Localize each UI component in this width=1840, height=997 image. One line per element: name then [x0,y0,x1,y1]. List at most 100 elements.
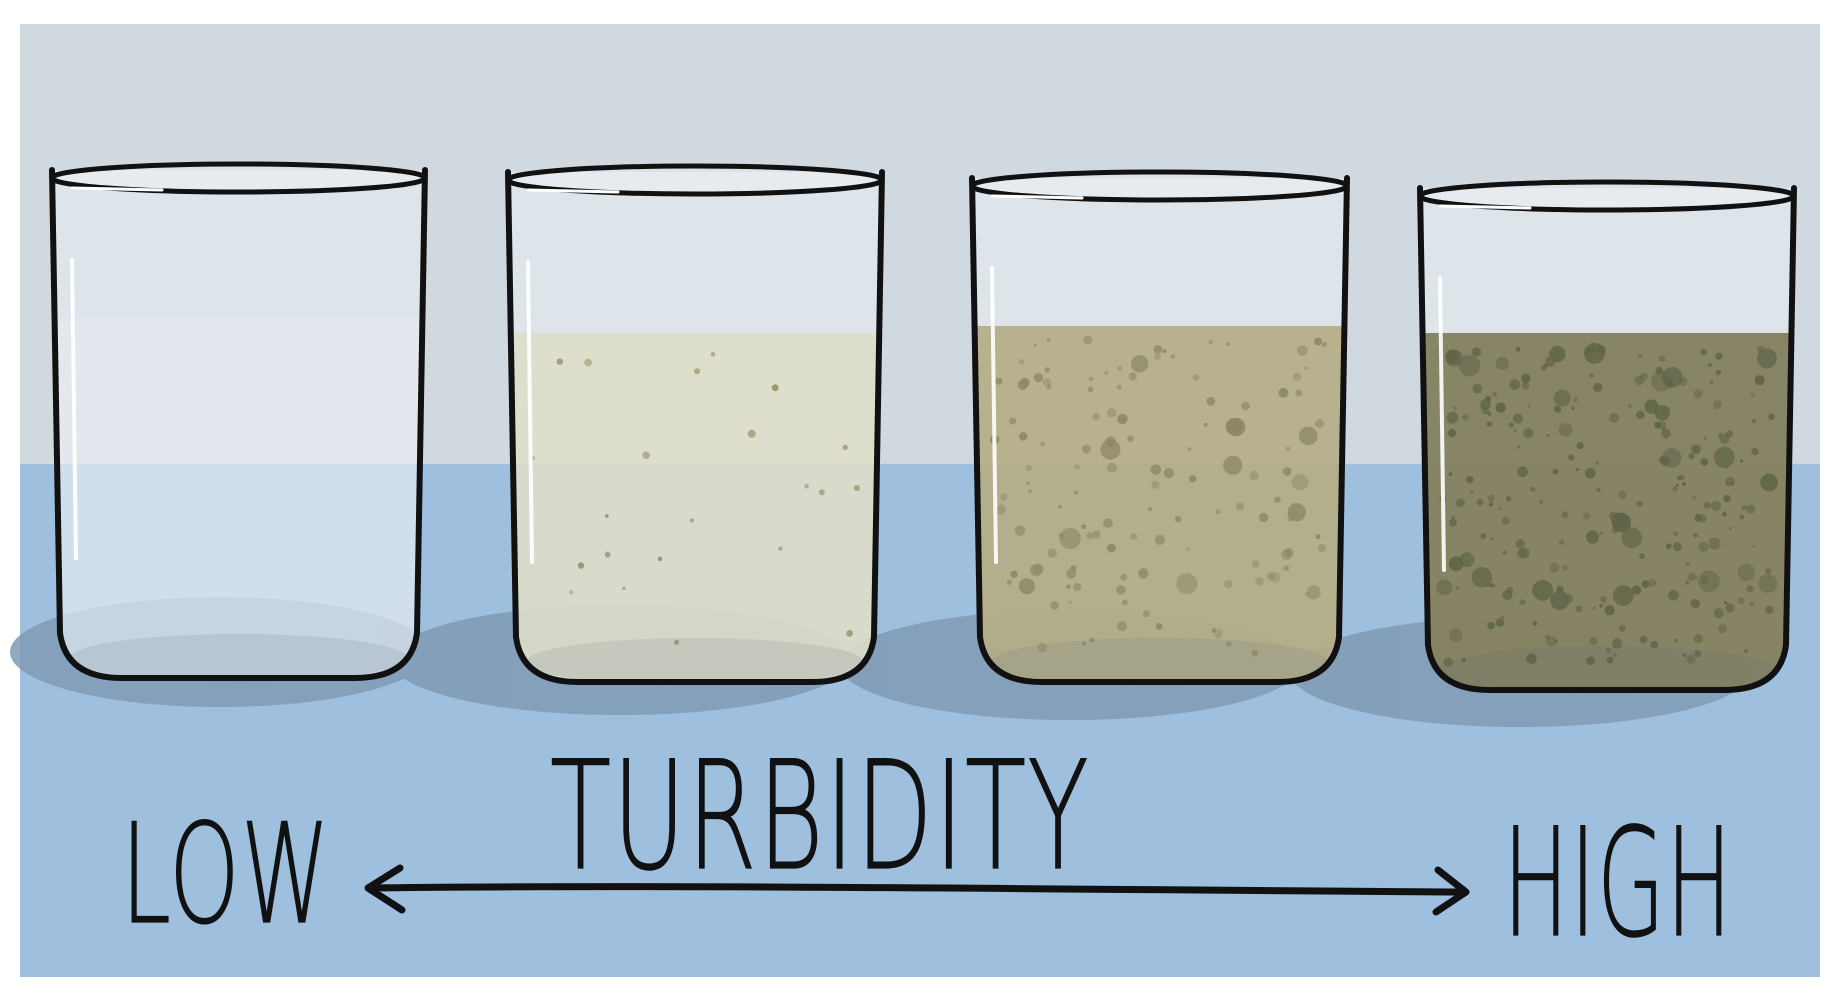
sediment-particle [1502,550,1507,555]
sediment-particle [1092,530,1101,539]
sediment-particle [1765,568,1772,575]
sediment-particle [1106,543,1116,553]
sediment-particle [1122,599,1128,606]
sediment-particle [1501,516,1510,525]
sediment-particle [1287,510,1297,520]
beaker-turbid [969,169,1350,686]
sediment-particle [1236,502,1244,511]
sediment-particle [1532,621,1538,626]
sediment-particle [1314,337,1323,346]
sediment-particle [1728,526,1733,531]
low-label: LOW [121,794,331,955]
sediment-particle [1066,584,1071,589]
sediment-particle [1754,375,1765,386]
sediment-particle [1436,579,1453,596]
sediment-particle [689,518,694,523]
sediment-particle [1117,413,1128,425]
sediment-particle [1292,372,1302,382]
sediment-particle [1521,381,1530,390]
sediment-particle [1138,568,1149,579]
sediment-particle [1527,404,1531,408]
sediment-particle [1215,509,1221,515]
sediment-particle [1726,482,1730,486]
sediment-particle [1543,363,1549,368]
sediment-particle [1561,511,1569,519]
sediment-particle [1020,377,1030,387]
sediment-particle [1116,621,1127,632]
sediment-particle [1508,422,1514,428]
sediment-particle [1658,355,1666,362]
sediment-particle [1446,411,1459,424]
sediment-particle [1019,432,1028,441]
sediment-particle [569,589,574,595]
sediment-particle [1497,507,1502,511]
sediment-particle [1639,553,1645,560]
sediment-particle [1092,412,1100,421]
sediment-particle [818,489,825,496]
sediment-particle [1018,358,1025,365]
sediment-particle [1592,606,1597,610]
sediment-particle [1576,442,1584,450]
sediment-particle [1589,345,1596,352]
sediment-particle [1672,542,1682,552]
sediment-particle [1285,446,1291,452]
sediment-particle [1117,366,1123,372]
sediment-particle [1765,605,1774,614]
sediment-particle [1703,501,1711,509]
sediment-particle [1513,428,1518,433]
sediment-particle [1618,625,1626,632]
sediment-particle [1719,433,1730,444]
sediment-particle [1225,418,1243,435]
sediment-particle [1213,629,1223,639]
sediment-particle [1176,573,1198,595]
high-label: HIGH [1503,797,1733,971]
sediment-particle [1046,338,1051,343]
sediment-particle [1709,380,1714,385]
sediment-particle [1724,601,1728,605]
sediment-particle [1641,580,1650,588]
sediment-particle [1743,648,1749,654]
sediment-particle [1710,500,1722,511]
sediment-particle [1573,397,1578,403]
sediment-particle [1698,541,1709,552]
beaker-bottom-shade [1438,646,1776,694]
sediment-particle [1476,498,1484,506]
sediment-particle [1070,565,1077,572]
sediment-particle [1466,475,1474,484]
sediment-particle [1462,413,1469,421]
beaker-rim-shine [70,186,164,192]
sediment-particle [1189,475,1197,483]
sediment-particle [1455,586,1459,590]
sediment-particle [1715,369,1722,376]
sediment-particle [1282,467,1292,476]
sediment-particle [1500,615,1505,620]
sediment-particle [1120,573,1128,581]
sediment-particle [1100,439,1121,460]
sediment-particle [1455,498,1465,508]
sediment-particle [1488,502,1494,507]
sediment-particle [1595,460,1600,465]
sediment-particle [1175,516,1182,523]
beaker-water [55,318,422,678]
sediment-particle [1068,600,1072,605]
sediment-particle [842,444,848,451]
sediment-particle [1315,534,1321,540]
sediment-particle [1752,544,1756,548]
sediment-particle [1618,490,1627,500]
sediment-particle [1516,548,1528,559]
sediment-particle [1668,589,1679,601]
sediment-particle [1674,638,1679,643]
beaker-bottom-shade [990,638,1329,686]
sediment-particle [1636,500,1643,508]
sediment-particle [1163,468,1174,479]
sediment-particle [1480,533,1487,540]
sediment-particle [1490,537,1494,541]
sediment-particle [1495,356,1509,371]
sediment-particle [1009,417,1017,425]
sediment-particle [1487,621,1495,630]
sediment-particle [1725,603,1735,613]
sediment-particle [1186,547,1190,551]
sediment-particle [1688,453,1695,460]
beaker-bottom-shade [70,634,407,682]
sediment-particle [1677,475,1683,481]
